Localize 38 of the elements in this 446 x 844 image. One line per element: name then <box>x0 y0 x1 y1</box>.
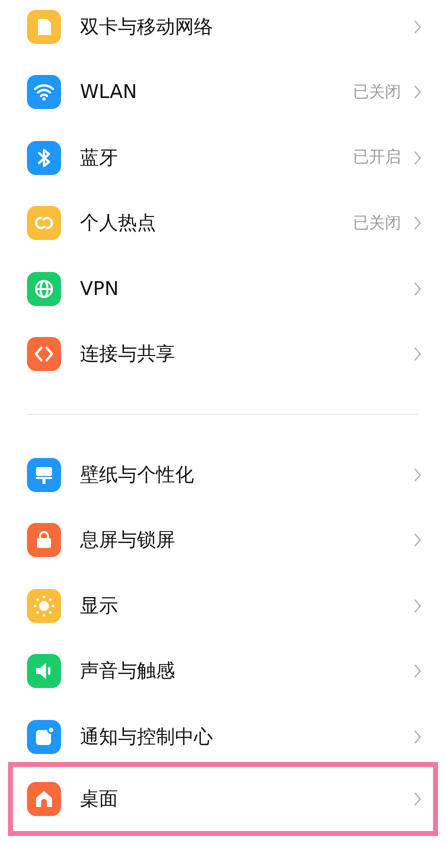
settings-item[interactable]: 显示 <box>0 573 446 638</box>
item-label: 连接与共享 <box>80 342 176 368</box>
settings-item[interactable]: 双卡与移动网络 <box>0 0 446 60</box>
settings-item[interactable]: 壁纸与个性化 <box>0 442 446 508</box>
chevron-icon <box>413 466 422 483</box>
item-label: WLAN <box>80 81 138 104</box>
item-label: 声音与触感 <box>80 659 176 684</box>
item-label: 显示 <box>80 594 119 619</box>
chevron-icon <box>413 532 422 548</box>
item-label: 息屏与锁屏 <box>80 528 176 554</box>
status-text: 已关闭 <box>353 82 401 103</box>
settings-item[interactable]: 连接与共享 <box>0 322 446 387</box>
chevron-icon <box>413 598 422 614</box>
item-label: 桌面 <box>80 786 119 812</box>
chevron-icon <box>413 790 422 806</box>
chevron-icon <box>413 728 422 745</box>
item-label: VPN <box>80 278 120 300</box>
settings-item[interactable]: 息屏与锁屏 <box>0 508 446 573</box>
chevron-icon <box>413 280 422 297</box>
chevron-icon <box>413 663 422 680</box>
item-label: 通知与控制中心 <box>80 724 214 750</box>
settings-item[interactable]: VPN <box>0 256 446 322</box>
status-text: 已关闭 <box>353 212 401 234</box>
chevron-icon <box>413 215 422 232</box>
settings-item[interactable]: 蓝牙 已开启 <box>0 125 446 190</box>
item-label: 壁纸与个性化 <box>80 462 195 488</box>
settings-item[interactable]: 桌面 <box>8 762 438 836</box>
settings-item[interactable]: 个人热点 已关闭 <box>0 190 446 256</box>
settings-item[interactable]: WLAN 已关闭 <box>0 60 446 125</box>
item-label: 蓝牙 <box>80 146 119 171</box>
chevron-icon <box>413 84 422 100</box>
item-label: 个人热点 <box>80 211 157 236</box>
status-text: 已开启 <box>353 147 401 168</box>
settings-item[interactable]: 声音与触感 <box>0 638 446 704</box>
item-label: 双卡与移动网络 <box>80 14 214 40</box>
chevron-icon <box>413 346 422 362</box>
chevron-icon <box>413 18 422 35</box>
chevron-icon <box>413 150 422 166</box>
